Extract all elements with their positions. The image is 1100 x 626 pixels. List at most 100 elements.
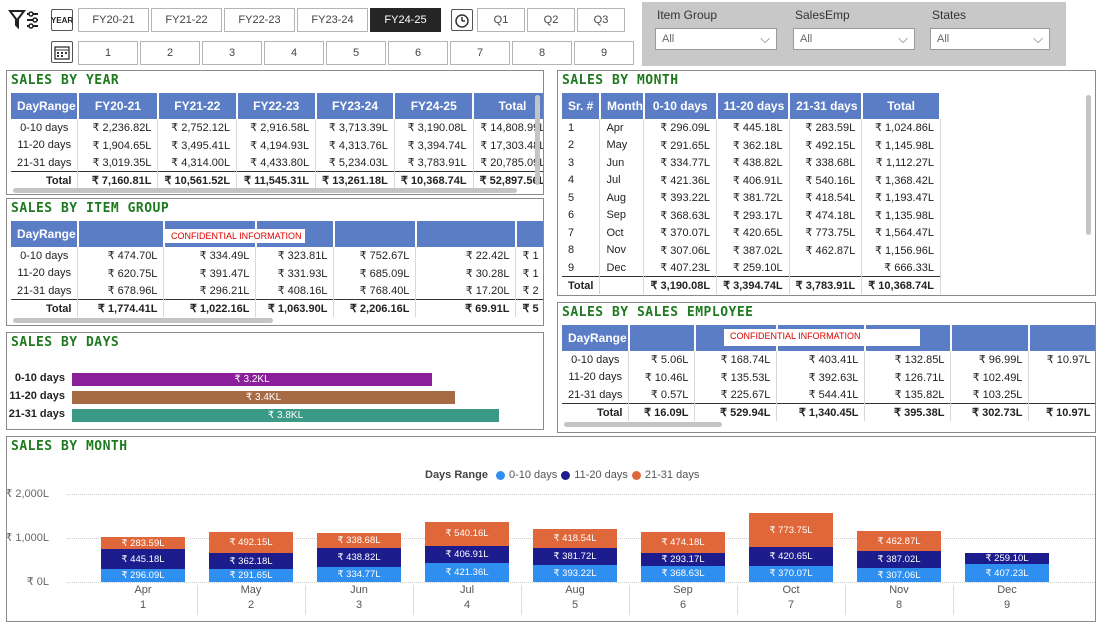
chart-bar-segment[interactable]: ₹ 387.02L [857, 551, 941, 569]
table-cell: ₹ 1,156.96L [861, 241, 941, 259]
column-header[interactable]: 0-10 days [643, 93, 718, 119]
chart-bar-segment[interactable]: ₹ 283.59L [101, 536, 185, 550]
column-header[interactable]: Total [473, 93, 543, 119]
column-header[interactable] [950, 325, 1030, 351]
chart-bar-segment[interactable]: ₹ 293.17L [641, 552, 725, 566]
column-header[interactable] [1028, 325, 1095, 351]
table-cell: ₹ 387.02L [716, 241, 790, 259]
quarter-button[interactable]: Q2 [527, 8, 575, 32]
table-cell: ₹ 3,394.74L [394, 136, 474, 154]
column-header[interactable]: DayRange [11, 93, 79, 119]
chart-bar-segment[interactable]: ₹ 474.18L [641, 532, 725, 553]
fy-button[interactable]: FY22-23 [224, 8, 295, 32]
month-button[interactable]: 2 [140, 41, 200, 65]
chart-bar-segment[interactable]: ₹ 438.82L [317, 547, 401, 568]
column-header[interactable] [77, 221, 165, 247]
month-button[interactable]: 7 [450, 41, 510, 65]
column-header[interactable] [333, 221, 417, 247]
column-header[interactable]: FY24-25 [394, 93, 475, 119]
horizontal-scrollbar[interactable] [13, 318, 273, 323]
x-category-divider [521, 585, 522, 615]
chart-bar-segment[interactable]: ₹ 407.23L [965, 564, 1049, 582]
chart-bar-segment[interactable]: ₹ 334.77L [317, 567, 401, 582]
chart-bar-segment[interactable]: ₹ 420.65L [749, 547, 833, 566]
column-header[interactable]: DayRange [11, 221, 79, 247]
table-cell: Aug [599, 189, 645, 207]
column-header[interactable]: Month [599, 93, 645, 119]
month-button[interactable]: 5 [326, 41, 386, 65]
day-range-bar[interactable]: ₹ 3.2KL [72, 373, 432, 386]
chart-bar-segment[interactable]: ₹ 421.36L [425, 563, 509, 582]
chart-bar-segment[interactable]: ₹ 307.06L [857, 568, 941, 582]
total-cell: ₹ 5 [515, 299, 543, 317]
chart-bar-segment[interactable]: ₹ 462.87L [857, 531, 941, 552]
month-button[interactable]: 1 [78, 41, 138, 65]
horizontal-scrollbar[interactable] [13, 188, 517, 193]
chart-bar-segment[interactable]: ₹ 381.72L [533, 547, 617, 565]
chart-bar-segment[interactable]: ₹ 362.18L [209, 553, 293, 570]
chart-bar-segment[interactable]: ₹ 370.07L [749, 565, 833, 582]
column-header[interactable]: FY20-21 [77, 93, 159, 119]
total-cell: ₹ 1,340.45L [776, 403, 866, 421]
table-cell: ₹ 4,313.76L [315, 136, 395, 154]
column-header[interactable] [628, 325, 696, 351]
chart-bar-segment[interactable]: ₹ 406.91L [425, 545, 509, 564]
chart-bar-segment[interactable]: ₹ 259.10L [965, 552, 1049, 565]
column-header[interactable] [415, 221, 517, 247]
fy-button[interactable]: FY20-21 [78, 8, 149, 32]
month-button[interactable]: 3 [202, 41, 262, 65]
chart-bar-segment[interactable]: ₹ 445.18L [101, 549, 185, 569]
total-cell: ₹ 3,394.74L [716, 276, 790, 294]
chart-bar-segment[interactable]: ₹ 773.75L [749, 513, 833, 548]
column-header[interactable]: 21-31 days [789, 93, 863, 119]
month-button[interactable]: 6 [388, 41, 448, 65]
fy-button[interactable]: FY21-22 [151, 8, 222, 32]
column-header[interactable]: 11-20 days [716, 93, 791, 119]
salesemp-dropdown[interactable]: All ⌵ [793, 28, 915, 50]
column-header[interactable]: Sr. # [562, 93, 601, 119]
chart-bar-segment[interactable]: ₹ 393.22L [533, 564, 617, 582]
states-dropdown[interactable]: All ⌵ [930, 28, 1050, 50]
quarter-button[interactable]: Q1 [477, 8, 525, 32]
column-header[interactable] [515, 221, 543, 247]
month-button[interactable]: 9 [574, 41, 634, 65]
chart-bar-segment[interactable]: ₹ 291.65L [209, 569, 293, 582]
filter-pane-icon[interactable] [8, 8, 40, 32]
day-range-bar[interactable]: ₹ 3.4KL [72, 391, 455, 404]
vertical-scrollbar[interactable] [535, 95, 540, 185]
legend-item[interactable]: 0-10 days [509, 469, 557, 481]
chart-bar-segment[interactable]: ₹ 368.63L [641, 565, 725, 582]
item-group-dropdown[interactable]: All ⌵ [655, 28, 777, 50]
fy-button[interactable]: FY23-24 [297, 8, 368, 32]
table-cell: ₹ 2,236.82L [77, 119, 159, 137]
legend-item[interactable]: 11-20 days [574, 469, 628, 481]
chart-bar-segment[interactable]: ₹ 492.15L [209, 531, 293, 554]
fy-button[interactable]: FY24-25 [370, 8, 441, 32]
table-cell: 21-31 days [11, 282, 79, 300]
table-cell: ₹ 773.75L [789, 224, 863, 242]
chart-bar-segment[interactable]: ₹ 338.68L [317, 533, 401, 548]
month-button[interactable]: 8 [512, 41, 572, 65]
day-range-bar[interactable]: ₹ 3.8KL [72, 409, 499, 422]
x-category-divider [197, 585, 198, 615]
x-tick-label: Oct [782, 584, 800, 596]
chart-bar-segment[interactable]: ₹ 540.16L [425, 521, 509, 546]
table-cell: ₹ 102.49L [950, 368, 1030, 386]
quarter-button[interactable]: Q3 [577, 8, 625, 32]
horizontal-scrollbar[interactable] [564, 422, 722, 427]
chart-bar-segment[interactable]: ₹ 418.54L [533, 529, 617, 548]
month-button[interactable]: 4 [264, 41, 324, 65]
chart-bar-segment[interactable]: ₹ 296.09L [101, 568, 185, 582]
total-cell: ₹ 3,783.91L [789, 276, 863, 294]
column-header[interactable]: DayRange [562, 325, 630, 351]
x-category-divider [629, 585, 630, 615]
table-cell [1028, 368, 1095, 386]
legend-item[interactable]: 21-31 days [645, 469, 699, 481]
column-header[interactable]: FY22-23 [236, 93, 317, 119]
column-header[interactable]: FY21-22 [157, 93, 238, 119]
panel-title: SALES BY DAYS [11, 335, 120, 350]
column-header[interactable]: Total [861, 93, 942, 119]
vertical-scrollbar[interactable] [1086, 95, 1091, 235]
gridline [67, 494, 1095, 495]
column-header[interactable]: FY23-24 [315, 93, 396, 119]
